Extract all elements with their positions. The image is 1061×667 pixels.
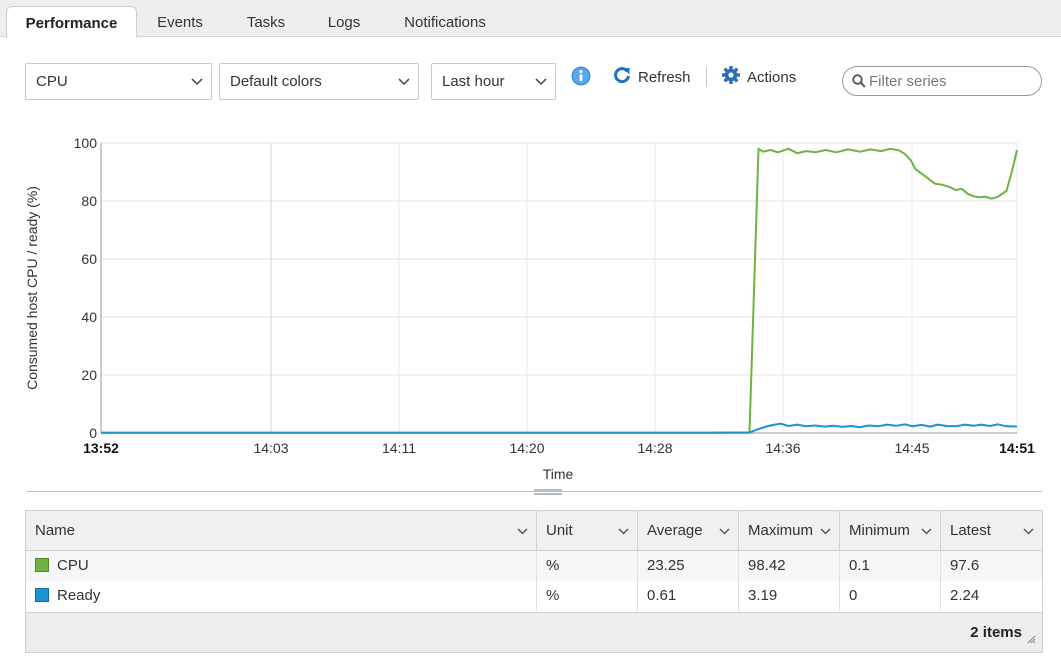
minimum-cell: 0 <box>840 581 941 611</box>
tab-events[interactable]: Events <box>144 0 216 37</box>
x-tick-label: 14:51 <box>999 440 1035 456</box>
series-line-ready[interactable] <box>101 422 1018 434</box>
column-header-unit[interactable]: Unit <box>537 511 638 551</box>
info-icon[interactable] <box>571 66 591 86</box>
y-tick-label: 0 <box>89 425 97 441</box>
series-color-swatch <box>35 588 49 602</box>
x-tick-label: 13:52 <box>83 440 119 456</box>
refresh-button[interactable]: Refresh <box>612 66 691 88</box>
average-cell: 0.61 <box>638 581 739 611</box>
x-tick-label: 14:11 <box>382 440 416 456</box>
maximum-cell: 3.19 <box>739 581 840 611</box>
y-tick-label: 20 <box>81 367 97 383</box>
chevron-down-icon <box>191 64 203 99</box>
y-tick-label: 60 <box>81 251 97 267</box>
unit-cell: % <box>537 581 638 611</box>
refresh-label: Refresh <box>638 68 691 86</box>
filter-series-input[interactable] <box>869 70 1035 92</box>
chevron-down-icon[interactable] <box>820 511 831 551</box>
column-header-label: Unit <box>546 522 573 539</box>
y-tick-label: 80 <box>81 193 97 209</box>
color-scheme-select-value: Default colors <box>230 73 322 90</box>
chevron-down-icon <box>398 64 410 99</box>
tab-notifications[interactable]: Notifications <box>392 0 498 37</box>
chevron-down-icon[interactable] <box>618 511 629 551</box>
filter-series-field[interactable] <box>842 66 1042 96</box>
table-row[interactable]: Ready % 0.61 3.19 0 2.24 <box>26 581 1042 611</box>
y-axis-ticks: 0 20 40 60 80 100 <box>74 135 98 441</box>
latest-cell: 97.6 <box>950 557 980 574</box>
x-axis-label: Time <box>543 466 574 482</box>
y-tick-label: 40 <box>81 309 97 325</box>
search-icon <box>852 74 866 91</box>
chevron-down-icon[interactable] <box>719 511 730 551</box>
minimum-cell: 0.1 <box>840 551 941 581</box>
column-header-label: Maximum <box>748 522 814 539</box>
chart-grid <box>100 142 1018 434</box>
column-header-maximum[interactable]: Maximum <box>739 511 840 551</box>
x-axis-ticks: 13:52 14:03 14:11 14:20 14:28 14:36 14:45 14:51 <box>83 440 1035 456</box>
column-header-label: Minimum <box>849 522 910 539</box>
chevron-down-icon[interactable] <box>517 511 528 551</box>
actions-button[interactable]: Actions <box>721 66 796 88</box>
series-name: CPU <box>57 557 89 574</box>
series-table: Name Unit Average Maximum Minimum Latest… <box>25 510 1043 653</box>
item-count: 2 items <box>970 624 1022 641</box>
series-line-cpu[interactable] <box>101 147 1018 434</box>
table-row[interactable]: CPU % 23.25 98.42 0.1 97.6 <box>26 551 1042 581</box>
latest-cell: 2.24 <box>950 587 980 604</box>
metric-select-value: CPU <box>36 73 68 90</box>
gear-icon <box>721 65 741 89</box>
tab-bar: Performance Events Tasks Logs Notificati… <box>0 0 1061 38</box>
timespan-select[interactable]: Last hour <box>431 63 556 100</box>
column-header-label: Name <box>35 522 76 539</box>
maximum-cell: 98.42 <box>739 551 840 581</box>
tab-tasks[interactable]: Tasks <box>234 0 298 37</box>
table-header: Name Unit Average Maximum Minimum Latest <box>26 511 1042 551</box>
column-header-label: Average <box>647 522 703 539</box>
chart-series <box>101 147 1018 434</box>
tab-logs[interactable]: Logs <box>316 0 372 37</box>
timespan-select-value: Last hour <box>442 73 505 90</box>
column-header-minimum[interactable]: Minimum <box>840 511 941 551</box>
x-tick-label: 14:20 <box>509 440 544 456</box>
x-tick-label: 14:28 <box>637 440 672 456</box>
column-header-label: Latest <box>950 522 991 539</box>
tab-performance[interactable]: Performance <box>6 6 137 38</box>
column-header-name[interactable]: Name <box>26 511 537 551</box>
x-tick-label: 14:03 <box>253 440 288 456</box>
column-header-average[interactable]: Average <box>638 511 739 551</box>
x-tick-label: 14:45 <box>894 440 929 456</box>
name-cell: CPU <box>26 551 537 581</box>
metric-select[interactable]: CPU <box>25 63 212 100</box>
color-scheme-select[interactable]: Default colors <box>219 63 419 100</box>
x-tick-label: 14:36 <box>765 440 800 456</box>
table-footer: 2 items <box>26 612 1042 652</box>
toolbar-divider <box>706 67 707 87</box>
column-header-latest[interactable]: Latest <box>941 511 1042 551</box>
resize-grip-icon[interactable] <box>1026 631 1036 647</box>
name-cell: Ready <box>26 581 537 611</box>
average-cell: 23.25 <box>638 551 739 581</box>
unit-cell: % <box>537 551 638 581</box>
chevron-down-icon[interactable] <box>921 511 932 551</box>
y-tick-label: 100 <box>74 135 98 151</box>
performance-chart: 0 20 40 60 80 100 13:52 14:03 14:11 14:20 14:28 14… <box>24 135 1035 482</box>
splitter-handle[interactable] <box>534 489 562 496</box>
chevron-down-icon <box>535 64 547 99</box>
series-name: Ready <box>57 587 101 604</box>
y-axis-label: Consumed host CPU / ready (%) <box>24 186 40 390</box>
refresh-icon <box>612 65 632 89</box>
chevron-down-icon[interactable] <box>1023 511 1034 551</box>
series-color-swatch <box>35 558 49 572</box>
actions-label: Actions <box>747 68 797 86</box>
